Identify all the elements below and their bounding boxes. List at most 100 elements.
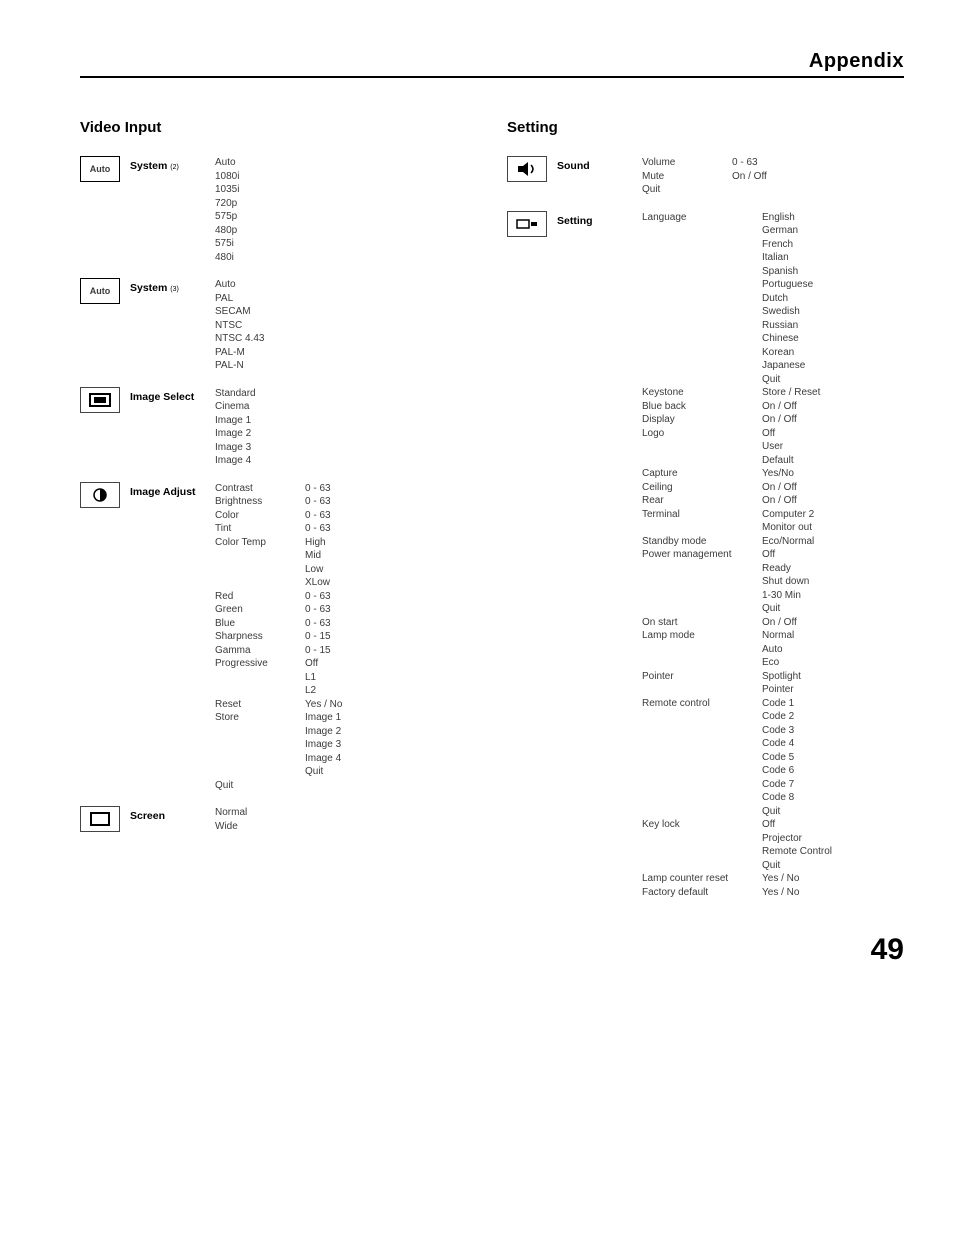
row-value: English [762, 211, 813, 225]
list-row: Remote controlCode 1Code 2Code 3Code 4Co… [642, 697, 832, 819]
row-value: 0 - 63 [305, 522, 331, 536]
list-item: Image 3 [215, 441, 256, 455]
list-row: KeystoneStore / Reset [642, 386, 832, 400]
row-name: Mute [642, 170, 732, 184]
list-row: Tint0 - 63 [215, 522, 342, 536]
row-name: Display [642, 413, 762, 427]
list-item: Wide [215, 820, 247, 834]
sound-icon [507, 156, 547, 182]
row-value: Computer 2 [762, 508, 814, 522]
row-name: Blue back [642, 400, 762, 414]
list-row: RearOn / Off [642, 494, 832, 508]
row-value: 0 - 63 [732, 156, 758, 170]
row-name: Factory default [642, 886, 762, 900]
row-value: 0 - 63 [305, 495, 331, 509]
row-name: Contrast [215, 482, 305, 496]
row-name: Lamp counter reset [642, 872, 762, 886]
list-row: Sharpness0 - 15 [215, 630, 342, 644]
row-value: Remote Control [762, 845, 832, 859]
screen-icon [80, 806, 120, 832]
list-row: TerminalComputer 2Monitor out [642, 508, 832, 535]
list-row: Quit [642, 183, 767, 197]
row-name: Keystone [642, 386, 762, 400]
row-value: Quit [762, 602, 809, 616]
settings-block: Setting LanguageEnglishGermanFrenchItali… [507, 211, 904, 900]
system3-block: Auto System (3) AutoPALSECAMNTSCNTSC 4.4… [80, 278, 477, 373]
row-value: On / Off [762, 413, 797, 427]
list-item: Auto [215, 156, 239, 170]
image-adjust-label: Image Adjust [130, 482, 215, 499]
sound-block: Sound Volume0 - 63MuteOn / OffQuit [507, 156, 904, 197]
system3-label: System [130, 282, 167, 294]
row-value: XLow [305, 576, 330, 590]
list-row: Brightness0 - 63 [215, 495, 342, 509]
row-value: Portuguese [762, 278, 813, 292]
row-value: 0 - 63 [305, 482, 331, 496]
row-value: Image 4 [305, 752, 341, 766]
row-value: L1 [305, 671, 318, 685]
row-name: Language [642, 211, 762, 225]
system2-block: Auto System (2) Auto1080i1035i720p575p48… [80, 156, 477, 264]
row-name: Brightness [215, 495, 305, 509]
row-value: Code 1 [762, 697, 794, 711]
row-value: Yes / No [305, 698, 342, 712]
row-value: Spotlight [762, 670, 801, 684]
row-value: 0 - 63 [305, 590, 331, 604]
row-value: On / Off [732, 170, 767, 184]
row-value: Yes / No [762, 886, 799, 900]
list-item: 1080i [215, 170, 239, 184]
row-name: Key lock [642, 818, 762, 832]
setting-title: Setting [507, 118, 904, 138]
row-value: Code 6 [762, 764, 794, 778]
row-value: 0 - 63 [305, 617, 331, 631]
row-value: Image 3 [305, 738, 341, 752]
row-value: On / Off [762, 616, 797, 630]
row-value: Auto [762, 643, 794, 657]
row-value: Quit [762, 805, 794, 819]
row-value: Japanese [762, 359, 813, 373]
list-row: Volume0 - 63 [642, 156, 767, 170]
list-row: ProgressiveOffL1L2 [215, 657, 342, 698]
row-name: Standby mode [642, 535, 762, 549]
row-value: Korean [762, 346, 813, 360]
list-row: StoreImage 1Image 2Image 3Image 4Quit [215, 711, 342, 779]
list-item: 480p [215, 224, 239, 238]
row-name: Color Temp [215, 536, 305, 550]
row-value: Swedish [762, 305, 813, 319]
list-row: PointerSpotlightPointer [642, 670, 832, 697]
row-value: On / Off [762, 481, 797, 495]
row-value: 0 - 15 [305, 644, 331, 658]
list-item: Image 4 [215, 454, 256, 468]
row-value: Yes/No [762, 467, 794, 481]
image-select-block: Image Select StandardCinemaImage 1Image … [80, 387, 477, 468]
settings-label: Setting [557, 211, 642, 228]
row-name: Logo [642, 427, 762, 441]
row-value: Code 3 [762, 724, 794, 738]
list-row: Power managementOffReadyShut down1-30 Mi… [642, 548, 832, 616]
row-name: Green [215, 603, 305, 617]
image-select-icon [80, 387, 120, 413]
system2-label: System [130, 160, 167, 172]
row-value: Image 2 [305, 725, 341, 739]
setting-column: Setting Sound Volume0 - 63MuteOn / OffQu… [507, 118, 904, 913]
row-value: Chinese [762, 332, 813, 346]
list-item: 480i [215, 251, 239, 265]
row-name: Lamp mode [642, 629, 762, 643]
row-value: High [305, 536, 330, 550]
row-name: Power management [642, 548, 762, 562]
row-value: On / Off [762, 494, 797, 508]
list-row: Standby modeEco/Normal [642, 535, 832, 549]
list-item: NTSC [215, 319, 264, 333]
row-name: Quit [642, 183, 732, 197]
row-value: French [762, 238, 813, 252]
list-item: Auto [215, 278, 264, 292]
row-value: Quit [762, 859, 832, 873]
row-value: Normal [762, 629, 794, 643]
list-row: Factory defaultYes / No [642, 886, 832, 900]
list-row: DisplayOn / Off [642, 413, 832, 427]
list-row: Lamp modeNormalAutoEco [642, 629, 832, 670]
row-value: 1-30 Min [762, 589, 809, 603]
row-value: Code 2 [762, 710, 794, 724]
list-row: CeilingOn / Off [642, 481, 832, 495]
list-item: PAL-N [215, 359, 264, 373]
